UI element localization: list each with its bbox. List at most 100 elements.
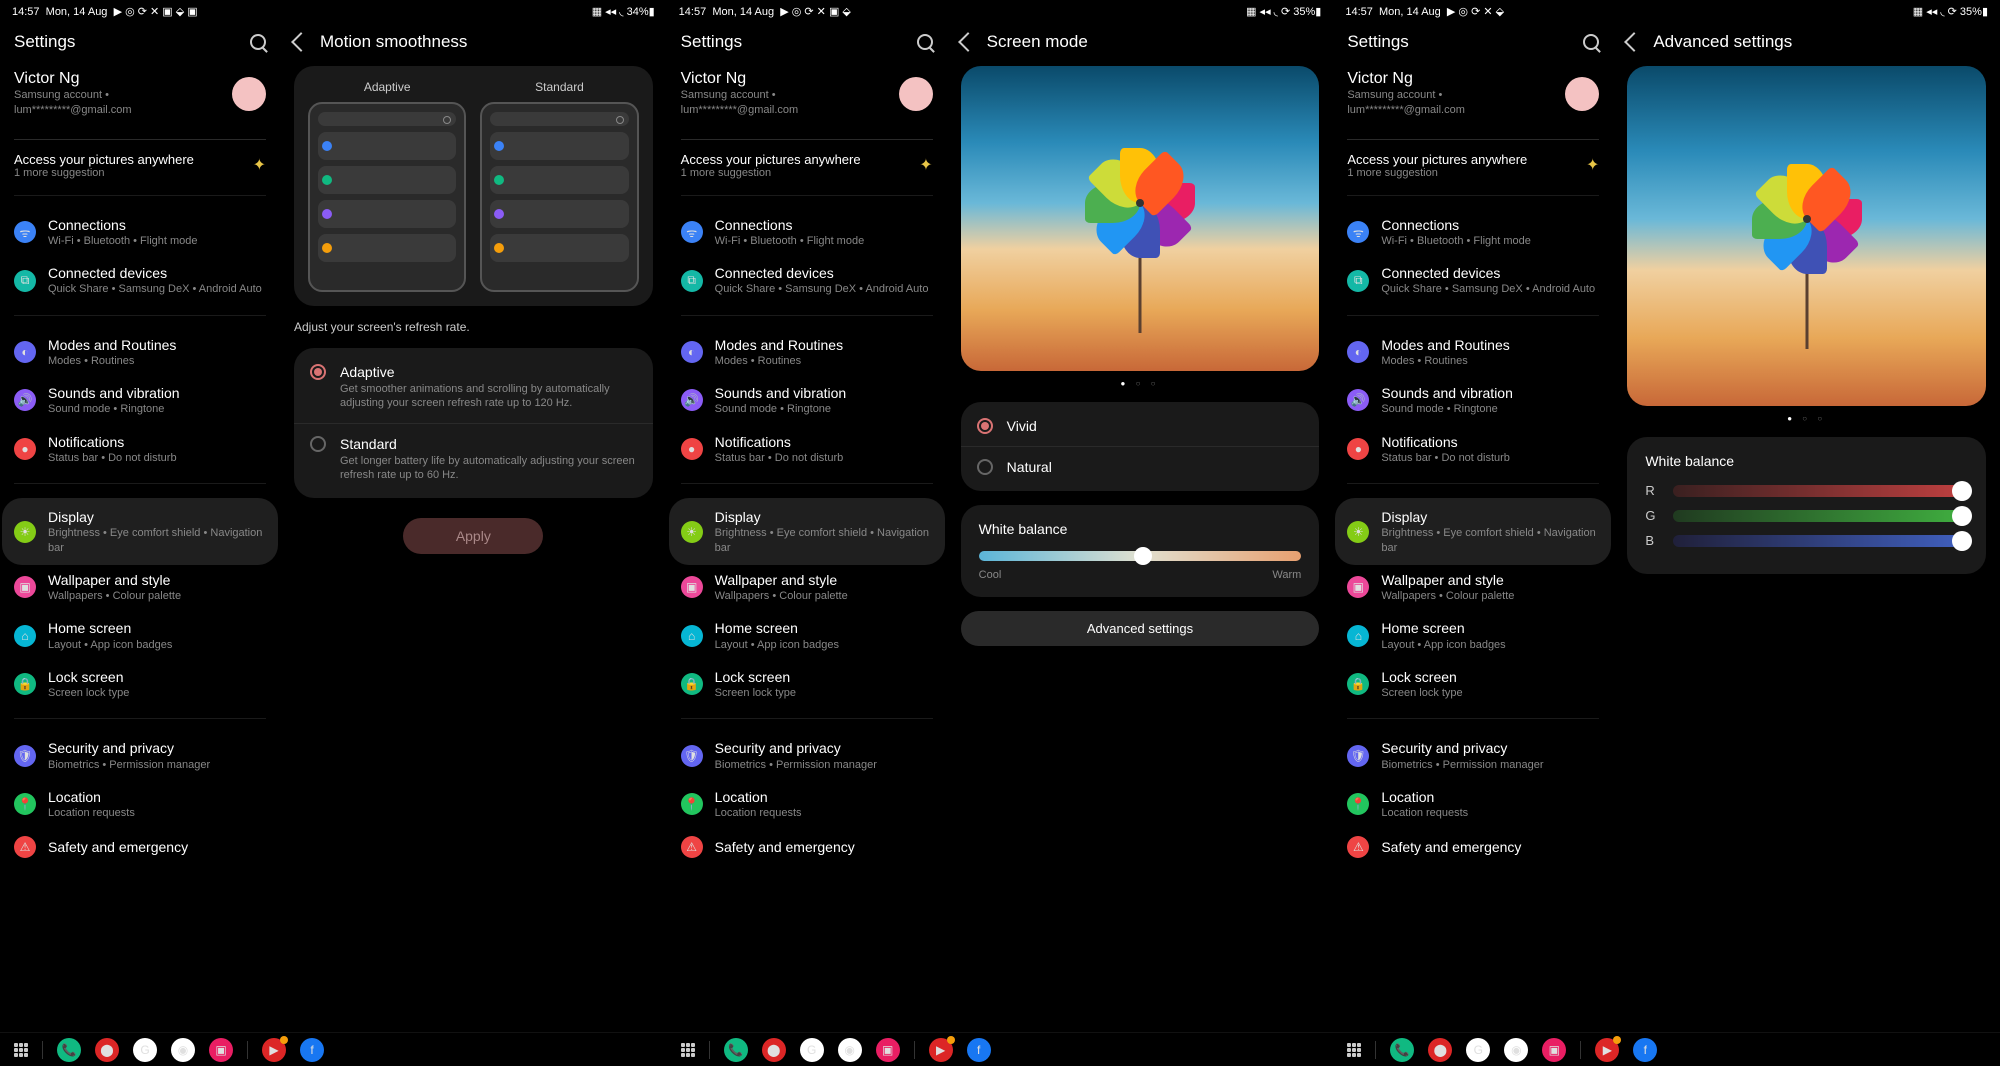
radio-standard[interactable]: StandardGet longer battery life by autom… — [294, 423, 653, 495]
shield-icon: 🛡 — [14, 745, 36, 767]
search-icon[interactable] — [1583, 34, 1599, 50]
apply-button[interactable]: Apply — [403, 518, 543, 554]
item-notifications[interactable]: ●NotificationsStatus bar • Do not distur… — [1347, 427, 1599, 475]
back-icon[interactable] — [1624, 32, 1644, 52]
item-safety[interactable]: ⚠Safety and emergency — [1347, 830, 1599, 868]
avatar[interactable] — [1565, 77, 1599, 111]
apps-icon[interactable] — [14, 1043, 28, 1057]
devices-icon: ⧉ — [14, 270, 36, 292]
phone-icon[interactable]: 📞 — [57, 1038, 81, 1062]
display-icon: ☀ — [14, 521, 36, 543]
settings-sidebar: Settings Victor NgSamsung account •lum**… — [0, 22, 280, 1066]
item-notifications[interactable]: ●NotificationsStatus bar • Do not distur… — [14, 427, 266, 475]
facebook-icon[interactable]: f — [300, 1038, 324, 1062]
item-safety[interactable]: ⚠Safety and emergency — [681, 830, 933, 868]
item-connections[interactable]: ᯤConnectionsWi-Fi • Bluetooth • Flight m… — [1347, 210, 1599, 258]
account-block[interactable]: Victor NgSamsung account •lum*********@g… — [681, 70, 933, 119]
apps-icon[interactable] — [1347, 1043, 1361, 1057]
item-lock[interactable]: 🔒Lock screenScreen lock type — [14, 662, 266, 710]
account-block[interactable]: Victor NgSamsung account •lum*********@g… — [14, 70, 266, 119]
item-sounds[interactable]: 🔊Sounds and vibrationSound mode • Ringto… — [1347, 378, 1599, 426]
pin-icon: 📍 — [14, 793, 36, 815]
google-icon[interactable]: G — [133, 1038, 157, 1062]
phone-icon[interactable]: 📞 — [1390, 1038, 1414, 1062]
phone-icon[interactable]: 📞 — [724, 1038, 748, 1062]
google-icon[interactable]: G — [1466, 1038, 1490, 1062]
item-security[interactable]: 🛡Security and privacyBiometrics • Permis… — [681, 733, 933, 781]
taskbar[interactable]: 📞 ⬤ G ◉ ▣ ▶ f — [667, 1032, 1334, 1066]
item-wallpaper[interactable]: ▣Wallpaper and styleWallpapers • Colour … — [1347, 565, 1599, 613]
green-slider[interactable] — [1673, 510, 1968, 522]
search-icon[interactable] — [250, 34, 266, 50]
item-lock[interactable]: 🔒Lock screenScreen lock type — [681, 662, 933, 710]
item-home[interactable]: ⌂Home screenLayout • App icon badges — [681, 613, 933, 661]
item-display[interactable]: ☀DisplayBrightness • Eye comfort shield … — [1335, 498, 1611, 565]
blue-slider[interactable] — [1673, 535, 1968, 547]
suggestion-card[interactable]: Access your pictures anywhere1 more sugg… — [1347, 152, 1599, 179]
item-lock[interactable]: 🔒Lock screenScreen lock type — [1347, 662, 1599, 710]
white-balance-slider[interactable] — [979, 551, 1302, 561]
search-icon[interactable] — [917, 34, 933, 50]
item-location[interactable]: 📍LocationLocation requests — [681, 782, 933, 830]
item-display[interactable]: ☀DisplayBrightness • Eye comfort shield … — [2, 498, 278, 565]
item-sounds[interactable]: 🔊Sounds and vibrationSound mode • Ringto… — [14, 378, 266, 426]
item-security[interactable]: 🛡Security and privacyBiometrics • Permis… — [1347, 733, 1599, 781]
home-icon: ⌂ — [14, 625, 36, 647]
red-slider[interactable] — [1673, 485, 1968, 497]
item-notifications[interactable]: ●NotificationsStatus bar • Do not distur… — [681, 427, 933, 475]
apps-icon[interactable] — [681, 1043, 695, 1057]
google-icon[interactable]: G — [800, 1038, 824, 1062]
radio-adaptive[interactable]: AdaptiveGet smoother animations and scro… — [294, 352, 653, 423]
detail-motion-smoothness: Motion smoothness Adaptive Standard Adju… — [280, 22, 667, 1066]
item-modes[interactable]: ◐Modes and RoutinesModes • Routines — [681, 330, 933, 378]
radio-icon — [310, 364, 326, 380]
item-connected-devices[interactable]: ⧉Connected devicesQuick Share • Samsung … — [14, 258, 266, 306]
item-modes[interactable]: ◐Modes and RoutinesModes • Routines — [14, 330, 266, 378]
radio-icon — [310, 436, 326, 452]
item-sounds[interactable]: 🔊Sounds and vibrationSound mode • Ringto… — [681, 378, 933, 426]
account-block[interactable]: Victor NgSamsung account •lum*********@g… — [1347, 70, 1599, 119]
back-icon[interactable] — [958, 32, 978, 52]
youtube-icon[interactable]: ▶ — [1595, 1038, 1619, 1062]
avatar[interactable] — [899, 77, 933, 111]
recorder-icon[interactable]: ⬤ — [95, 1038, 119, 1062]
advanced-settings-button[interactable]: Advanced settings — [961, 611, 1320, 646]
suggestion-card[interactable]: Access your pictures anywhere1 more sugg… — [681, 152, 933, 179]
item-wallpaper[interactable]: ▣Wallpaper and styleWallpapers • Colour … — [681, 565, 933, 613]
chrome-icon[interactable]: ◉ — [171, 1038, 195, 1062]
facebook-icon[interactable]: f — [967, 1038, 991, 1062]
item-connections[interactable]: ᯤConnectionsWi-Fi • Bluetooth • Flight m… — [14, 210, 266, 258]
instagram-icon[interactable]: ▣ — [1542, 1038, 1566, 1062]
wallpaper-icon: ▣ — [14, 576, 36, 598]
item-connections[interactable]: ᯤConnectionsWi-Fi • Bluetooth • Flight m… — [681, 210, 933, 258]
item-location[interactable]: 📍LocationLocation requests — [1347, 782, 1599, 830]
item-modes[interactable]: ◐Modes and RoutinesModes • Routines — [1347, 330, 1599, 378]
radio-vivid[interactable]: Vivid — [961, 406, 1320, 446]
taskbar[interactable]: 📞 ⬤ G ◉ ▣ ▶ f — [1333, 1032, 2000, 1066]
youtube-icon[interactable]: ▶ — [262, 1038, 286, 1062]
chrome-icon[interactable]: ◉ — [1504, 1038, 1528, 1062]
page-indicator[interactable]: ● ○ ○ — [1627, 414, 1986, 423]
radio-natural[interactable]: Natural — [961, 446, 1320, 487]
instagram-icon[interactable]: ▣ — [876, 1038, 900, 1062]
back-icon[interactable] — [291, 32, 311, 52]
youtube-icon[interactable]: ▶ — [929, 1038, 953, 1062]
item-safety[interactable]: ⚠Safety and emergency — [14, 830, 266, 868]
item-home[interactable]: ⌂Home screenLayout • App icon badges — [14, 613, 266, 661]
item-display[interactable]: ☀DisplayBrightness • Eye comfort shield … — [669, 498, 945, 565]
facebook-icon[interactable]: f — [1633, 1038, 1657, 1062]
recorder-icon[interactable]: ⬤ — [762, 1038, 786, 1062]
suggestion-card[interactable]: Access your pictures anywhere1 more sugg… — [14, 152, 266, 179]
item-wallpaper[interactable]: ▣Wallpaper and styleWallpapers • Colour … — [14, 565, 266, 613]
taskbar[interactable]: 📞 ⬤ G ◉ ▣ ▶ f — [0, 1032, 667, 1066]
page-indicator[interactable]: ● ○ ○ — [961, 379, 1320, 388]
item-location[interactable]: 📍LocationLocation requests — [14, 782, 266, 830]
chrome-icon[interactable]: ◉ — [838, 1038, 862, 1062]
item-connected-devices[interactable]: ⧉Connected devicesQuick Share • Samsung … — [681, 258, 933, 306]
recorder-icon[interactable]: ⬤ — [1428, 1038, 1452, 1062]
instagram-icon[interactable]: ▣ — [209, 1038, 233, 1062]
item-connected-devices[interactable]: ⧉Connected devicesQuick Share • Samsung … — [1347, 258, 1599, 306]
item-home[interactable]: ⌂Home screenLayout • App icon badges — [1347, 613, 1599, 661]
avatar[interactable] — [232, 77, 266, 111]
item-security[interactable]: 🛡Security and privacyBiometrics • Permis… — [14, 733, 266, 781]
